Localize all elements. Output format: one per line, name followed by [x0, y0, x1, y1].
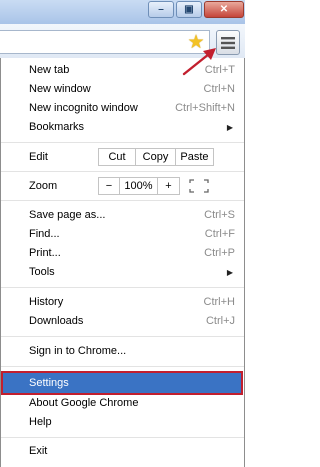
- menu-row-zoom: Zoom − 100% +: [2, 177, 241, 196]
- menu-item-print[interactable]: Print... Ctrl+P: [2, 244, 241, 263]
- fullscreen-icon: [189, 179, 209, 193]
- menu-item-label: Bookmarks: [29, 121, 85, 133]
- menu-item-label: Settings: [29, 377, 69, 389]
- close-button[interactable]: ✕: [204, 1, 244, 18]
- menu-item-label: New window: [29, 83, 91, 95]
- menu-separator: [1, 287, 244, 288]
- window-titlebar: – ▣ ✕: [0, 0, 245, 24]
- menu-separator: [1, 437, 244, 438]
- menu-row-edit: Edit Cut Copy Paste: [2, 148, 241, 167]
- menu-item-shortcut: Ctrl+S: [204, 209, 235, 221]
- menu-item-label: Print...: [29, 247, 61, 259]
- restore-button[interactable]: ▣: [176, 1, 202, 18]
- zoom-out-button[interactable]: −: [98, 177, 120, 195]
- menu-separator: [1, 366, 244, 367]
- menu-item-downloads[interactable]: Downloads Ctrl+J: [2, 312, 241, 331]
- paste-button[interactable]: Paste: [176, 148, 214, 166]
- menu-item-new-incognito-window[interactable]: New incognito window Ctrl+Shift+N: [2, 99, 241, 118]
- menu-item-help[interactable]: Help: [2, 413, 241, 432]
- menu-item-label: Exit: [29, 445, 48, 457]
- menu-item-exit[interactable]: Exit: [2, 442, 241, 461]
- star-icon[interactable]: ★: [186, 33, 206, 53]
- menu-item-shortcut: Ctrl+F: [204, 228, 235, 240]
- menu-item-tools[interactable]: Tools ▶: [2, 263, 241, 282]
- menu-item-label: History: [29, 296, 64, 308]
- menu-item-label: Save page as...: [29, 209, 106, 221]
- menu-item-label: New incognito window: [29, 102, 138, 114]
- menu-item-shortcut: Ctrl+H: [203, 296, 235, 308]
- menu-item-shortcut: Ctrl+T: [204, 64, 235, 76]
- menu-item-new-tab[interactable]: New tab Ctrl+T: [2, 61, 241, 80]
- menu-item-save-page-as[interactable]: Save page as... Ctrl+S: [2, 206, 241, 225]
- menu-item-label: Sign in to Chrome...: [29, 345, 127, 357]
- chrome-menu: New tab Ctrl+T New window Ctrl+N New inc…: [0, 58, 245, 467]
- menu-separator: [1, 171, 244, 172]
- menu-item-label: Tools: [29, 266, 55, 278]
- menu-item-about-google-chrome[interactable]: About Google Chrome: [2, 394, 241, 413]
- zoom-in-button[interactable]: +: [158, 177, 180, 195]
- menu-item-shortcut: Ctrl+N: [203, 83, 235, 95]
- fullscreen-button[interactable]: [188, 178, 210, 194]
- menu-item-label: New tab: [29, 64, 70, 76]
- menu-separator: [1, 200, 244, 201]
- menu-item-shortcut: Ctrl+J: [205, 315, 235, 327]
- submenu-arrow-icon: ▶: [226, 268, 233, 277]
- menu-item-label: About Google Chrome: [29, 397, 139, 409]
- browser-toolbar: [0, 24, 245, 60]
- menu-separator: [1, 336, 244, 337]
- menu-item-label: Help: [29, 416, 52, 428]
- menu-item-shortcut: Ctrl+Shift+N: [175, 102, 235, 114]
- hamburger-menu-icon: [221, 36, 235, 49]
- minimize-button[interactable]: –: [148, 1, 174, 18]
- menu-item-shortcut: Ctrl+P: [204, 247, 235, 259]
- copy-button[interactable]: Copy: [136, 148, 176, 166]
- menu-item-find[interactable]: Find... Ctrl+F: [2, 225, 241, 244]
- menu-item-bookmarks[interactable]: Bookmarks ▶: [2, 118, 241, 137]
- menu-item-new-window[interactable]: New window Ctrl+N: [2, 80, 241, 99]
- omnibox[interactable]: [0, 30, 210, 54]
- edit-label: Edit: [29, 151, 48, 163]
- menu-separator: [1, 142, 244, 143]
- menu-item-sign-in[interactable]: Sign in to Chrome...: [2, 342, 241, 361]
- menu-item-settings[interactable]: Settings: [1, 371, 243, 395]
- menu-item-label: Find...: [29, 228, 60, 240]
- submenu-arrow-icon: ▶: [226, 123, 233, 132]
- zoom-level: 100%: [120, 177, 158, 195]
- cut-button[interactable]: Cut: [98, 148, 136, 166]
- menu-item-history[interactable]: History Ctrl+H: [2, 293, 241, 312]
- zoom-label: Zoom: [29, 180, 58, 192]
- menu-item-label: Downloads: [29, 315, 84, 327]
- chrome-menu-button[interactable]: [216, 30, 240, 55]
